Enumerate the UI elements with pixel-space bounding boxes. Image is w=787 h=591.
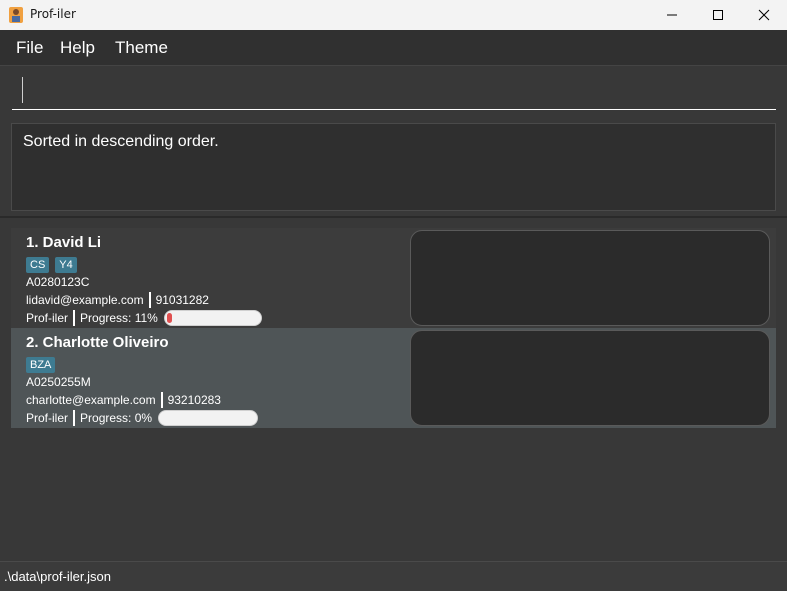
person-name: 1. David Li: [26, 234, 102, 251]
command-box: [0, 66, 787, 116]
tag-list: BZA: [26, 357, 56, 373]
tag: Y4: [55, 257, 77, 273]
phone: 93210283: [167, 393, 221, 407]
separator: [148, 292, 151, 308]
email: lidavid@example.com: [26, 293, 144, 307]
app-label: Prof-iler: [26, 311, 69, 325]
window-title: Prof-iler: [30, 7, 76, 21]
tag: CS: [26, 257, 50, 273]
maximize-icon: [713, 10, 723, 20]
maximize-button[interactable]: [695, 0, 741, 30]
contact-row: charlotte@example.com 93210283: [26, 392, 221, 408]
menu-theme[interactable]: Theme: [115, 38, 168, 58]
app-logo-icon: [9, 7, 23, 23]
photo-placeholder: [410, 230, 770, 326]
app-label: Prof-iler: [26, 411, 69, 425]
command-input[interactable]: [12, 72, 776, 110]
status-bar: .\data\prof-iler.json: [0, 561, 787, 591]
separator: [73, 310, 76, 326]
student-id: A0280123C: [26, 275, 90, 289]
result-message: Sorted in descending order.: [23, 133, 219, 150]
separator: [160, 392, 163, 408]
menu-help[interactable]: Help: [60, 38, 95, 58]
student-id: A0250255M: [26, 375, 91, 389]
progress-row: Prof-iler Progress: 0%: [26, 410, 259, 426]
progress-fill: [166, 313, 172, 323]
close-button[interactable]: [741, 0, 787, 30]
separator: [73, 410, 76, 426]
progress-bar: [163, 310, 262, 326]
person-card[interactable]: 2. Charlotte Oliveiro BZA A0250255M char…: [11, 328, 776, 428]
person-card[interactable]: 1. David Li CS Y4 A0280123C lidavid@exam…: [11, 228, 776, 328]
contact-row: lidavid@example.com 91031282: [26, 292, 209, 308]
progress-label: Progress: 11%: [80, 311, 158, 325]
menu-file[interactable]: File: [16, 38, 43, 58]
tag-list: CS Y4: [26, 257, 77, 273]
email: charlotte@example.com: [26, 393, 156, 407]
progress-row: Prof-iler Progress: 11%: [26, 310, 262, 326]
progress-label: Progress: 0%: [80, 411, 153, 425]
tag: BZA: [26, 357, 56, 373]
progress-bar: [158, 410, 259, 426]
person-list[interactable]: 1. David Li CS Y4 A0280123C lidavid@exam…: [0, 218, 787, 561]
title-bar: Prof-iler: [0, 0, 787, 30]
phone: 91031282: [155, 293, 209, 307]
text-caret: [22, 77, 23, 103]
person-name: 2. Charlotte Oliveiro: [26, 334, 169, 351]
file-path: .\data\prof-iler.json: [4, 569, 111, 584]
menu-bar: File Help Theme: [0, 30, 787, 66]
minimize-icon: [667, 14, 677, 16]
minimize-button[interactable]: [649, 0, 695, 30]
close-icon: [758, 9, 770, 21]
photo-placeholder: [410, 330, 770, 426]
result-display: Sorted in descending order.: [11, 123, 776, 211]
